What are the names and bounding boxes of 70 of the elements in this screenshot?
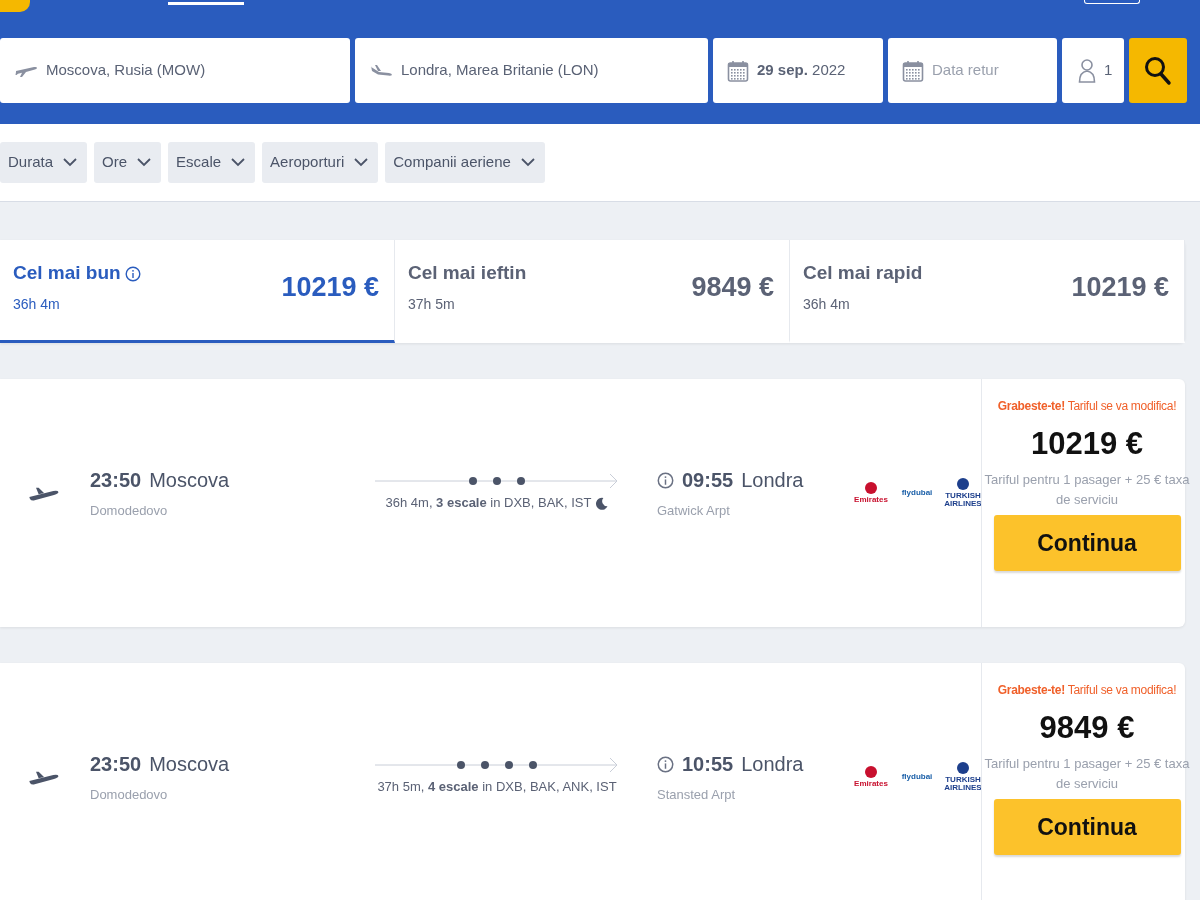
arrival-city: Londra	[741, 468, 804, 494]
result-price: 10219 €	[1030, 425, 1144, 463]
arrival-time: 10:55	[682, 752, 734, 778]
header-button[interactable]	[1084, 0, 1140, 4]
tab-title: Cel mai rapid	[803, 261, 923, 286]
departure-airport: Domodedovo	[90, 502, 169, 521]
filter-dropdown[interactable]: Aeroporturi	[262, 142, 379, 183]
calendar-icon	[727, 58, 749, 83]
filter-dropdown[interactable]: Durata	[0, 142, 88, 183]
chevron-down-icon	[63, 158, 78, 167]
arrival-airport: Gatwick Arpt	[657, 502, 731, 521]
search-button[interactable]	[1129, 38, 1187, 103]
airline-logo: flydubai	[900, 773, 934, 781]
tab-title: Cel mai ieftin	[408, 261, 527, 286]
plane-icon	[28, 485, 60, 501]
tab-price: 10219 €	[281, 270, 379, 304]
route-summary: 36h 4m, 3 escale in DXB, BAK, IST	[385, 494, 592, 513]
date-text: 29 sep. 2022	[757, 60, 846, 81]
origin-field[interactable]: Moscova, Rusia (MOW)	[0, 38, 350, 103]
hurry-notice: Grabeste-te! Tariful se va modifica!	[997, 682, 1177, 699]
fare-note: Tariful pentru 1 pasager + 25 € taxa de serviciu	[983, 470, 1191, 510]
sort-tab[interactable]: Cel mai rapid 36h 4m 10219 €	[790, 240, 1185, 343]
destination-field[interactable]: Londra, Marea Britanie (LON)	[355, 38, 708, 103]
tab-duration: 37h 5m	[408, 294, 456, 314]
departure-time: 23:50	[90, 468, 142, 494]
departure-airport: Domodedovo	[90, 786, 169, 805]
filter-dropdown[interactable]: Ore	[94, 142, 162, 183]
chevron-down-icon	[137, 158, 152, 167]
departure-time: 23:50	[90, 752, 142, 778]
route-summary: 37h 5m, 4 escale in DXB, BAK, ANK, IST	[377, 778, 617, 797]
fare-note: Tariful pentru 1 pasager + 25 € taxa de serviciu	[983, 754, 1191, 794]
chevron-down-icon	[354, 158, 369, 167]
airline-logo: Emirates	[853, 766, 889, 788]
arrival-time: 09:55	[682, 468, 734, 494]
tab-duration: 36h 4m	[13, 294, 61, 314]
filter-dropdown[interactable]: Escale	[168, 142, 256, 183]
calendar-icon	[902, 58, 924, 83]
sort-tab[interactable]: Cel mai ieftin 37h 5m 9849 €	[395, 240, 790, 343]
departure-city: Moscova	[149, 752, 230, 778]
passengers-field[interactable]: 1	[1062, 38, 1124, 103]
airline-logo: flydubai	[900, 489, 934, 497]
arrival-city: Londra	[741, 752, 804, 778]
tab-price: 9849 €	[691, 270, 774, 304]
tab-price: 10219 €	[1071, 270, 1169, 304]
airline-logo: Emirates	[853, 482, 889, 504]
sort-tab[interactable]: Cel mai bun 36h 4m 10219 €	[0, 240, 395, 343]
continue-button[interactable]: Continua	[993, 515, 1181, 572]
destination-text: Londra, Marea Britanie (LON)	[401, 60, 599, 81]
origin-text: Moscova, Rusia (MOW)	[46, 60, 206, 81]
person-icon	[1078, 57, 1096, 84]
airline-logo: TURKISH AIRLINES	[945, 762, 981, 792]
hurry-notice: Grabeste-te! Tariful se va modifica!	[997, 398, 1177, 415]
continue-button[interactable]: Continua	[993, 799, 1181, 856]
info-icon	[657, 471, 674, 489]
airline-logo: TURKISH AIRLINES	[945, 478, 981, 508]
result-price: 9849 €	[1039, 709, 1135, 747]
arrival-airport: Stansted Arpt	[657, 786, 737, 805]
departure-city: Moscova	[149, 468, 230, 494]
departure-date-field[interactable]: 29 sep. 2022	[713, 38, 883, 103]
chevron-down-icon	[520, 158, 535, 167]
info-icon	[657, 755, 674, 773]
logo-drawing	[0, 0, 30, 12]
plane-icon	[28, 769, 60, 785]
chevron-down-icon	[231, 158, 246, 167]
search-icon	[1144, 55, 1172, 86]
tab-title: Cel mai bun	[13, 261, 121, 286]
return-date-placeholder: Data retur	[932, 60, 999, 81]
filter-dropdown[interactable]: Companii aeriene	[385, 142, 545, 183]
tab-duration: 36h 4m	[803, 294, 851, 314]
passengers-count: 1	[1104, 60, 1113, 81]
